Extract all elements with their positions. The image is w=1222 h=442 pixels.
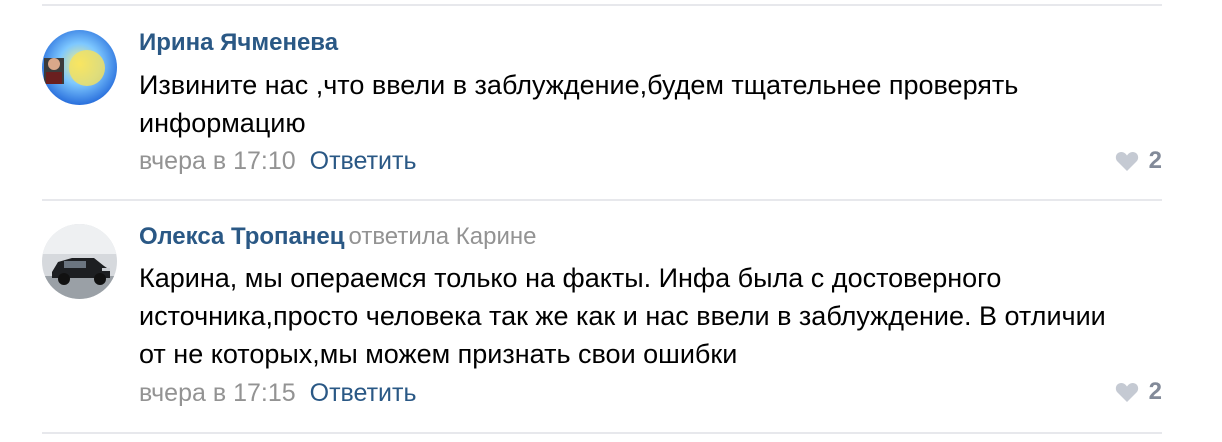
avatar-image	[42, 30, 117, 105]
heart-icon	[1115, 382, 1138, 402]
comment-time[interactable]: вчера в 17:15	[139, 379, 296, 407]
like-count: 2	[1148, 378, 1162, 405]
comment-meta: вчера в 17:10 Ответить	[139, 146, 417, 176]
comments-section: Ирина Ячменева Извините нас ,что ввели в…	[0, 0, 1222, 442]
author-name[interactable]: Ирина Ячменева	[139, 29, 338, 56]
avatar[interactable]	[42, 224, 117, 299]
comment-time[interactable]: вчера в 17:10	[139, 147, 296, 175]
comment-header: Ирина Ячменева	[139, 28, 338, 58]
reply-button[interactable]: Ответить	[310, 147, 417, 175]
avatar[interactable]	[42, 30, 117, 105]
avatar-image	[42, 224, 117, 299]
like-button[interactable]: 2	[1115, 147, 1162, 175]
comment-text: Карина, мы операемся только на факты. Ин…	[139, 263, 1106, 369]
comment-text: Извините нас ,что ввели в заблуждение,бу…	[139, 70, 1019, 138]
divider-top	[42, 4, 1162, 6]
heart-icon	[1115, 151, 1138, 171]
like-button[interactable]: 2	[1115, 378, 1162, 406]
comment-header: Олекса Тропанец ответила Карине	[139, 222, 536, 252]
author-name[interactable]: Олекса Тропанец	[139, 223, 345, 250]
comment-meta: вчера в 17:15 Ответить	[139, 378, 417, 408]
divider	[42, 199, 1162, 201]
reply-button[interactable]: Ответить	[310, 379, 417, 407]
like-count: 2	[1148, 147, 1162, 174]
divider	[42, 432, 1162, 434]
reply-to-label[interactable]: ответила Карине	[349, 223, 537, 250]
